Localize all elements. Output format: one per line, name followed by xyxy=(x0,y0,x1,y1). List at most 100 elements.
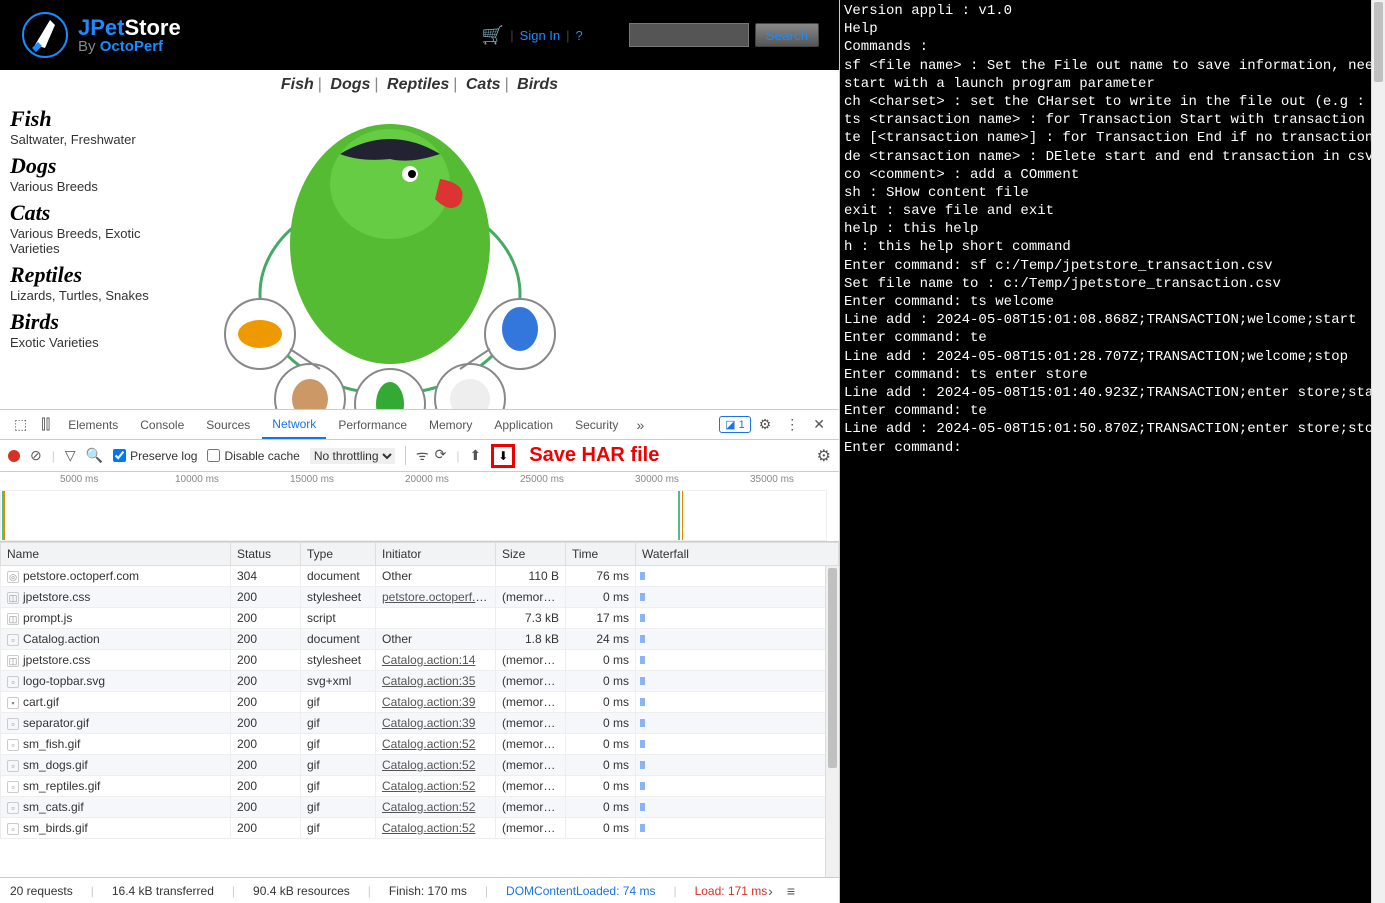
tab-memory[interactable]: Memory xyxy=(419,412,482,438)
cat-fish-desc: Saltwater, Freshwater xyxy=(10,132,190,147)
drawer-menu-icon[interactable]: ≡ xyxy=(787,883,795,899)
network-row[interactable]: ◫jpetstore.css 200stylesheetCatalog.acti… xyxy=(1,650,839,671)
filter-icon[interactable]: ▽ xyxy=(65,447,76,464)
import-har-icon[interactable]: ⬆ xyxy=(469,447,481,464)
offline-icon[interactable]: ᯤ xyxy=(416,446,429,465)
cat-reptiles-desc: Lizards, Turtles, Snakes xyxy=(10,288,190,303)
status-resources: 90.4 kB resources xyxy=(253,884,350,898)
tab-application[interactable]: Application xyxy=(484,412,563,438)
col-time[interactable]: Time xyxy=(566,543,636,566)
catbar-cats[interactable]: Cats xyxy=(466,76,501,93)
petstore-header: JPetStore By OctoPerf 🛒 | Sign In | ? Se… xyxy=(0,0,839,70)
tab-sources[interactable]: Sources xyxy=(196,412,260,438)
status-finish: Finish: 170 ms xyxy=(389,884,467,898)
status-transferred: 16.4 kB transferred xyxy=(112,884,214,898)
cart-icon[interactable]: 🛒 xyxy=(482,25,504,46)
cat-cats-title[interactable]: Cats xyxy=(10,200,190,226)
device-toggle-icon[interactable]: ⫿⫿ xyxy=(35,412,56,437)
top-nav: 🛒 | Sign In | ? Search xyxy=(482,23,819,47)
network-row[interactable]: ◎petstore.octoperf.com 304documentOther … xyxy=(1,566,839,587)
issues-badge[interactable]: ◪ 1 xyxy=(719,416,751,433)
network-settings-icon[interactable]: ⚙ xyxy=(817,446,831,466)
network-row[interactable]: ◫jpetstore.css 200stylesheetpetstore.oct… xyxy=(1,587,839,608)
drawer-expand-icon[interactable]: › xyxy=(768,883,773,899)
inspect-icon[interactable]: ⬚ xyxy=(8,412,33,437)
parrot-splash-icon[interactable] xyxy=(210,104,570,409)
download-icon: ⬇ xyxy=(498,449,508,463)
cat-cats-desc: Various Breeds, Exotic Varieties xyxy=(10,226,190,256)
logo-text-by: By xyxy=(78,38,96,55)
record-button[interactable] xyxy=(8,450,20,462)
logo[interactable]: JPetStore By OctoPerf xyxy=(20,10,181,60)
logo-text-store: Store xyxy=(124,15,180,40)
network-row[interactable]: ▫separator.gif 200gifCatalog.action:39 (… xyxy=(1,713,839,734)
search-icon[interactable]: 🔍 xyxy=(86,447,103,464)
col-status[interactable]: Status xyxy=(231,543,301,566)
network-row[interactable]: ▫sm_dogs.gif 200gifCatalog.action:52 (me… xyxy=(1,755,839,776)
catbar-reptiles[interactable]: Reptiles xyxy=(387,76,449,93)
splash-image xyxy=(210,104,829,405)
timeline-tick: 25000 ms xyxy=(520,474,564,485)
table-scrollbar[interactable] xyxy=(825,566,839,877)
col-size[interactable]: Size xyxy=(496,543,566,566)
network-row[interactable]: ▫logo-topbar.svg 200svg+xmlCatalog.actio… xyxy=(1,671,839,692)
clear-icon[interactable]: ⊘ xyxy=(30,447,42,464)
more-tabs-icon[interactable]: » xyxy=(630,413,650,437)
catbar-birds[interactable]: Birds xyxy=(517,76,558,93)
save-har-annotation: Save HAR file xyxy=(529,444,659,467)
network-row[interactable]: ▪cart.gif 200gifCatalog.action:39 (memor… xyxy=(1,692,839,713)
close-devtools-icon[interactable]: ✕ xyxy=(807,412,831,437)
timeline-tick: 30000 ms xyxy=(635,474,679,485)
tab-security[interactable]: Security xyxy=(565,412,628,438)
network-row[interactable]: ◫prompt.js 200script 7.3 kB17 ms xyxy=(1,608,839,629)
search-button[interactable]: Search xyxy=(755,23,819,47)
catbar-dogs[interactable]: Dogs xyxy=(330,76,370,93)
export-har-button[interactable]: ⬇ xyxy=(491,444,515,468)
timeline-tick: 5000 ms xyxy=(60,474,98,485)
network-status-bar: 20 requests| 16.4 kB transferred| 90.4 k… xyxy=(0,877,839,903)
logo-text-octoperf: OctoPerf xyxy=(100,38,163,55)
catbar-fish[interactable]: Fish xyxy=(281,76,314,93)
network-row[interactable]: ▫sm_fish.gif 200gifCatalog.action:52 (me… xyxy=(1,734,839,755)
cat-birds-title[interactable]: Birds xyxy=(10,309,190,335)
tab-console[interactable]: Console xyxy=(130,412,194,438)
cat-fish-title[interactable]: Fish xyxy=(10,106,190,132)
cat-dogs-title[interactable]: Dogs xyxy=(10,153,190,179)
help-link[interactable]: ? xyxy=(576,28,583,43)
search-input[interactable] xyxy=(629,23,749,47)
network-table: Name Status Type Initiator Size Time Wat… xyxy=(0,542,839,877)
logo-text-jpet: JPet xyxy=(78,15,124,40)
preserve-log-checkbox[interactable]: Preserve log xyxy=(113,449,197,463)
tab-network[interactable]: Network xyxy=(262,411,326,439)
col-type[interactable]: Type xyxy=(301,543,376,566)
network-row[interactable]: ▫Catalog.action 200documentOther 1.8 kB2… xyxy=(1,629,839,650)
drawer-icons: › ≡ xyxy=(764,879,799,903)
category-bar: Fish| Dogs| Reptiles| Cats| Birds xyxy=(0,70,839,100)
status-load: Load: 171 ms xyxy=(695,884,768,898)
terminal[interactable]: Version appli : v1.0 Help Commands : sf … xyxy=(840,0,1385,903)
more-icon[interactable]: ⋮ xyxy=(779,412,805,437)
devtools-panel: ⬚ ⫿⫿ Elements Console Sources Network Pe… xyxy=(0,410,839,903)
cat-dogs-desc: Various Breeds xyxy=(10,179,190,194)
category-list: Fish Saltwater, Freshwater Dogs Various … xyxy=(10,104,190,405)
disable-cache-checkbox[interactable]: Disable cache xyxy=(207,449,299,463)
col-initiator[interactable]: Initiator xyxy=(376,543,496,566)
network-row[interactable]: ▫sm_cats.gif 200gifCatalog.action:52 (me… xyxy=(1,797,839,818)
cat-reptiles-title[interactable]: Reptiles xyxy=(10,262,190,288)
petstore-page: JPetStore By OctoPerf 🛒 | Sign In | ? Se… xyxy=(0,0,839,410)
tab-elements[interactable]: Elements xyxy=(58,412,128,438)
throttling-select[interactable]: No throttling xyxy=(310,448,395,464)
timeline-overview[interactable]: 5000 ms10000 ms15000 ms20000 ms25000 ms3… xyxy=(0,472,839,542)
devtools-tabs: ⬚ ⫿⫿ Elements Console Sources Network Pe… xyxy=(0,410,839,440)
network-row[interactable]: ▫sm_reptiles.gif 200gifCatalog.action:52… xyxy=(1,776,839,797)
cat-birds-desc: Exotic Varieties xyxy=(10,335,190,350)
timeline-tick: 15000 ms xyxy=(290,474,334,485)
col-waterfall[interactable]: Waterfall xyxy=(636,543,839,566)
signin-link[interactable]: Sign In xyxy=(520,28,560,43)
tab-performance[interactable]: Performance xyxy=(328,412,417,438)
network-row[interactable]: ▫sm_birds.gif 200gifCatalog.action:52 (m… xyxy=(1,818,839,839)
timeline-tick: 20000 ms xyxy=(405,474,449,485)
col-name[interactable]: Name xyxy=(1,543,231,566)
network-conditions-icon[interactable]: ⟳ xyxy=(435,446,447,465)
settings-icon[interactable]: ⚙ xyxy=(753,412,778,437)
